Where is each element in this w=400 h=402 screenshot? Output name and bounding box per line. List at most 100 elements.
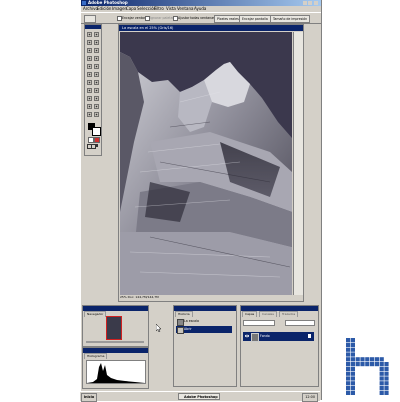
move-icon[interactable] (94, 32, 99, 37)
path-select-icon[interactable] (87, 88, 92, 93)
layers-controls (243, 318, 315, 326)
logo-pixel (350, 366, 355, 371)
healing-brush-icon[interactable] (87, 56, 92, 61)
layer-row-background[interactable]: Fondo (243, 332, 314, 342)
start-button[interactable]: Inicio (81, 393, 97, 402)
histogram-graph (86, 360, 146, 384)
document-title: La escala en el 25% (Gris/16) (122, 26, 174, 30)
document-title-bar[interactable]: La escala en el 25% (Gris/16) (119, 25, 303, 31)
close-icon[interactable] (314, 1, 318, 5)
logo-pixel (350, 352, 355, 357)
logo-pixel (346, 362, 351, 367)
logo-pixel (384, 390, 389, 395)
clone-stamp-icon[interactable] (87, 64, 92, 69)
photoshop-app-icon (82, 1, 86, 5)
logo-pixel (379, 386, 384, 391)
logo-pixel (365, 357, 370, 362)
logo-pixel (370, 362, 375, 367)
dodge-icon[interactable] (94, 80, 99, 85)
history-state-label: Abrir (184, 327, 192, 331)
pen-icon[interactable] (87, 96, 92, 101)
minimize-icon[interactable] (303, 1, 307, 5)
logo-pixel (379, 376, 384, 381)
logo-pixel (346, 381, 351, 386)
logo-pixel (360, 357, 365, 362)
logo-pixel (384, 381, 389, 386)
background-color-swatch[interactable] (92, 127, 101, 136)
logo-pixel (350, 357, 355, 362)
eyedropper-icon[interactable] (94, 104, 99, 109)
h-logo-icon (346, 338, 389, 395)
actual-pixels-button[interactable]: Píxeles reales (214, 15, 242, 23)
hand-icon[interactable] (87, 112, 92, 117)
tab-paths[interactable]: Trazados (279, 311, 299, 317)
mouse-pointer-icon (156, 324, 162, 332)
quickmask-mode-icon[interactable] (94, 137, 100, 143)
opacity-field[interactable] (285, 320, 315, 326)
tab-histogram[interactable]: Histograma (84, 353, 108, 359)
blend-mode-select[interactable] (243, 320, 275, 326)
tab-layers[interactable]: Capas (242, 311, 258, 317)
toolbox-header[interactable] (85, 25, 101, 29)
history-state-open[interactable]: Abrir (176, 326, 232, 334)
navigator-zoom-slider[interactable] (86, 341, 144, 343)
taskbar-photoshop-button[interactable]: Adobe Photoshop (178, 393, 220, 400)
history-panel: Historia La escala Abrir (173, 305, 237, 387)
logo-pixel (384, 386, 389, 391)
logo-pixel (350, 338, 355, 343)
logo-pixel (346, 357, 351, 362)
snapshot-thumbnail-icon (177, 319, 184, 326)
logo-pixel (350, 371, 355, 376)
zoom-tool-preset-icon[interactable] (84, 15, 96, 23)
fit-screen-button[interactable]: Encajar pantalla (239, 15, 271, 23)
open-state-icon (177, 327, 184, 334)
shape-icon[interactable] (94, 96, 99, 101)
logo-pixel (360, 362, 365, 367)
logo-pixel (350, 347, 355, 352)
layer-name: Fondo (260, 334, 270, 338)
logo-pixel (365, 362, 370, 367)
screen-mode-full-icon[interactable] (95, 144, 98, 147)
layer-thumbnail (251, 333, 259, 342)
logo-pixel (350, 376, 355, 381)
lasso-icon[interactable] (87, 40, 92, 45)
logo-pixel (346, 371, 351, 376)
eye-icon[interactable] (245, 334, 249, 338)
brush-icon[interactable] (94, 56, 99, 61)
history-brush-icon[interactable] (94, 64, 99, 69)
navigator-thumbnail[interactable] (106, 316, 122, 340)
blur-icon[interactable] (87, 80, 92, 85)
print-size-button[interactable]: Tamaño de impresión (270, 15, 311, 23)
logo-pixel (346, 390, 351, 395)
gradient-icon[interactable] (94, 72, 99, 77)
logo-pixel (355, 357, 360, 362)
magic-wand-icon[interactable] (94, 40, 99, 45)
maximize-icon[interactable] (308, 1, 312, 5)
ignore-palettes-label: Ignorar paletas (150, 16, 175, 20)
logo-pixel (346, 366, 351, 371)
all-windows-label: Ajustar todas ventanas (178, 16, 215, 20)
logo-pixel (379, 362, 384, 367)
logo-pixel (384, 376, 389, 381)
history-snapshot[interactable]: La escala (176, 318, 232, 326)
document-canvas-rock-photo[interactable] (120, 32, 292, 295)
tab-navigator[interactable]: Navegador (84, 311, 107, 317)
tab-history[interactable]: Historia (175, 311, 193, 317)
logo-pixel (379, 357, 384, 362)
history-snapshot-label: La escala (184, 319, 199, 323)
marquee-icon[interactable] (87, 32, 92, 37)
logo-pixel (384, 366, 389, 371)
lock-icon (308, 334, 311, 338)
eraser-icon[interactable] (87, 72, 92, 77)
slice-icon[interactable] (94, 48, 99, 53)
notes-icon[interactable] (87, 104, 92, 109)
document-status-bar: 25% Doc: 144,7M/144,7M (120, 295, 159, 299)
tab-channels[interactable]: Canales (259, 311, 277, 317)
logo-pixel (384, 371, 389, 376)
logo-pixel (370, 357, 375, 362)
crop-icon[interactable] (87, 48, 92, 53)
logo-pixel (379, 381, 384, 386)
zoom-icon[interactable] (94, 112, 99, 117)
vertical-scrollbar[interactable] (293, 32, 303, 295)
type-icon[interactable] (94, 88, 99, 93)
